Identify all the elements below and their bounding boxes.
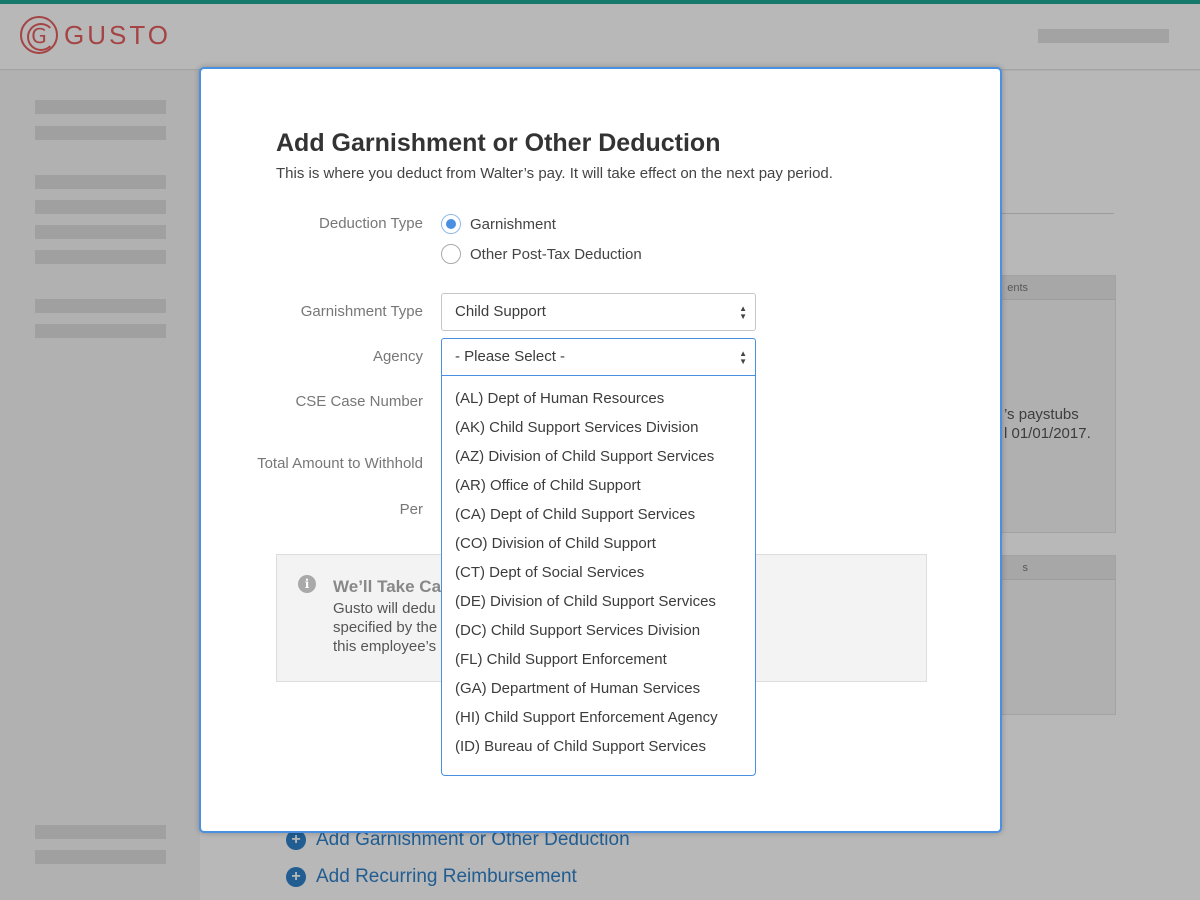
radio-selected[interactable]: [441, 214, 461, 234]
add-deduction-modal: Add Garnishment or Other Deduction This …: [199, 67, 1002, 833]
info-icon: i: [298, 575, 316, 593]
select-value: - Please Select -: [455, 348, 566, 365]
post-tax-radio-option[interactable]: Other Post-Tax Deduction: [441, 244, 642, 264]
agency-option[interactable]: (AZ) Division of Child Support Services: [442, 447, 755, 476]
select-value: Child Support: [455, 303, 546, 320]
info-title: We’ll Take Ca: [333, 577, 442, 596]
agency-option[interactable]: (AK) Child Support Services Division: [442, 418, 755, 447]
garnishment-type-select[interactable]: Child Support ▲ ▼: [441, 293, 756, 331]
radio-label: Garnishment: [470, 215, 556, 233]
agency-option[interactable]: (HI) Child Support Enforcement Agency: [442, 708, 755, 737]
agency-option[interactable]: (AL) Dept of Human Resources: [442, 389, 755, 418]
garnishment-type-label: Garnishment Type: [300, 303, 423, 320]
deduction-type-label: Deduction Type: [319, 215, 423, 232]
agency-option[interactable]: (CT) Dept of Social Services: [442, 563, 755, 592]
agency-dropdown-list[interactable]: (AL) Dept of Human Resources (AK) Child …: [441, 376, 756, 776]
modal-title: Add Garnishment or Other Deduction: [276, 129, 721, 157]
radio-unselected[interactable]: [441, 244, 461, 264]
agency-select[interactable]: - Please Select - ▲ ▼: [441, 338, 756, 376]
agency-option[interactable]: (CO) Division of Child Support: [442, 534, 755, 563]
select-arrows-icon: ▲ ▼: [739, 304, 747, 321]
agency-option[interactable]: (GA) Department of Human Services: [442, 679, 755, 708]
agency-label: Agency: [372, 348, 423, 365]
total-amount-label: Total Amount to Withhold: [257, 455, 423, 472]
select-arrows-icon: ▲ ▼: [739, 349, 747, 366]
agency-option[interactable]: (CA) Dept of Child Support Services: [442, 505, 755, 534]
case-number-label: CSE Case Number: [295, 393, 423, 410]
agency-option[interactable]: (FL) Child Support Enforcement: [442, 650, 755, 679]
agency-option[interactable]: (AR) Office of Child Support: [442, 476, 755, 505]
modal-subtitle: This is where you deduct from Walter’s p…: [276, 165, 833, 182]
agency-option[interactable]: (DE) Division of Child Support Services: [442, 592, 755, 621]
radio-label: Other Post-Tax Deduction: [470, 245, 642, 263]
per-label: Per: [399, 501, 423, 518]
agency-option[interactable]: (DC) Child Support Services Division: [442, 621, 755, 650]
agency-option[interactable]: (ID) Bureau of Child Support Services: [442, 737, 755, 766]
garnishment-radio-option[interactable]: Garnishment: [441, 214, 556, 234]
